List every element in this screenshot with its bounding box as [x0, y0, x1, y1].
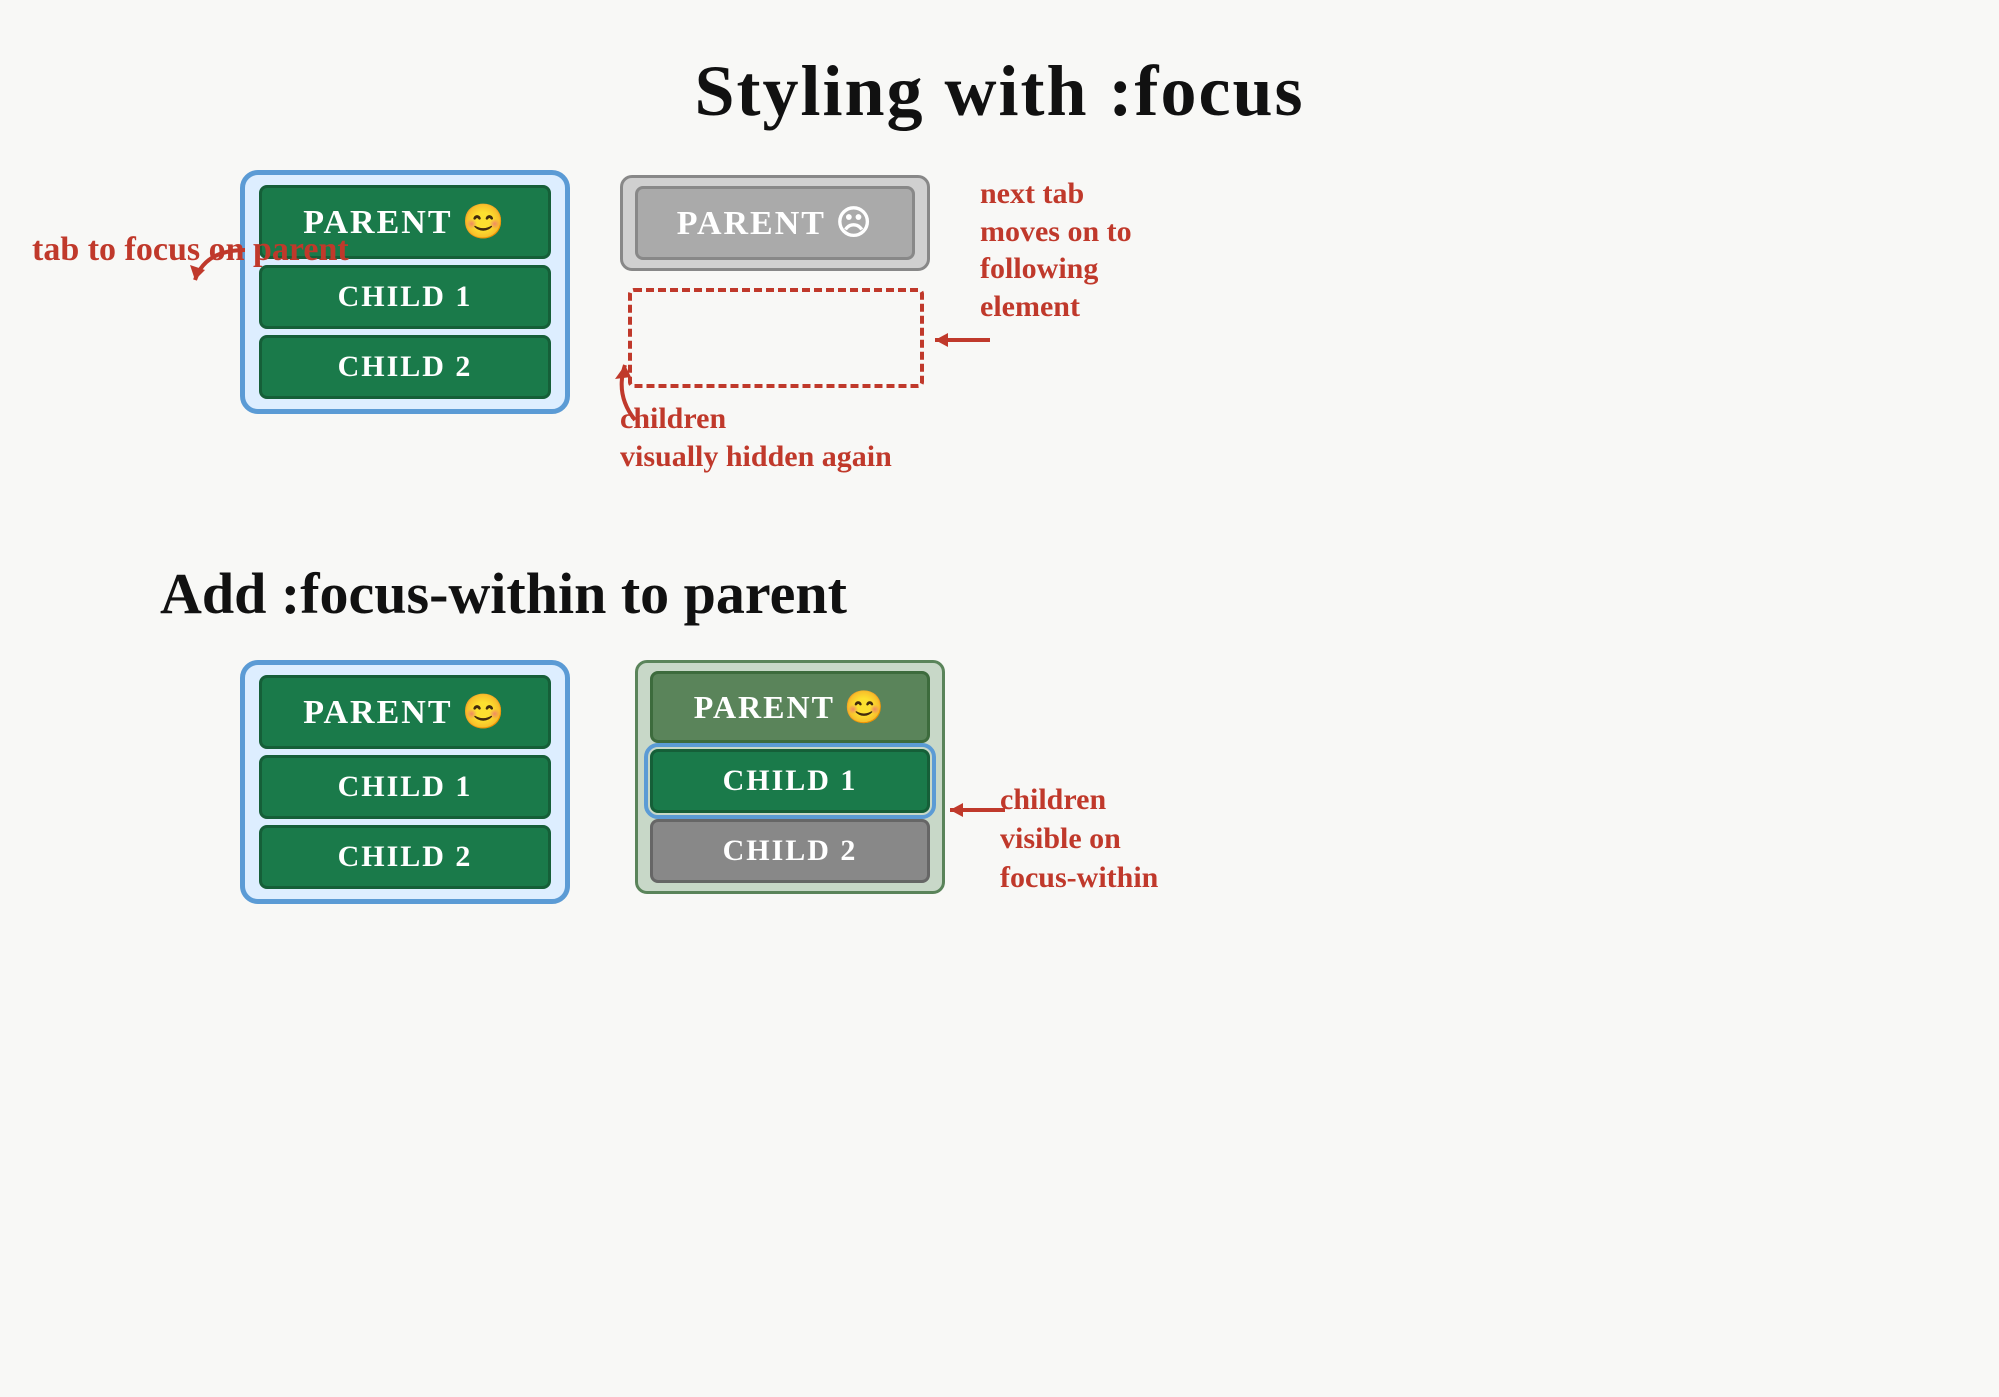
children-visible-arrow [945, 795, 1015, 825]
bottom-left-child1: CHILD 1 [259, 755, 551, 819]
next-tab-arrow [930, 325, 1000, 355]
bottom-right-component: PARENT 😊 CHILD 1 CHILD 2 [635, 660, 945, 894]
bottom-right-annotation: childrenvisible onfocus-within [1000, 780, 1158, 897]
top-right-parent: PARENT ☹ [635, 186, 915, 260]
top-right-component: PARENT ☹ [620, 175, 930, 271]
main-title: Styling with :focus [694, 50, 1304, 133]
top-left-component: PARENT 😊 CHILD 1 CHILD 2 [240, 170, 570, 414]
bottom-left-parent: PARENT 😊 [259, 675, 551, 749]
bottom-left-child2: CHILD 2 [259, 825, 551, 889]
bottom-left-component: PARENT 😊 CHILD 1 CHILD 2 [240, 660, 570, 904]
tab-focus-arrow [185, 240, 265, 300]
top-right-annotation1: next tabmoves on tofollowingelement [980, 175, 1132, 325]
bottom-right-parent: PARENT 😊 [650, 671, 930, 743]
top-right-dashed [628, 288, 924, 388]
canvas: Styling with :focus PARENT 😊 CHILD 1 CHI… [0, 0, 1999, 1397]
bottom-right-child1: CHILD 1 [650, 749, 930, 813]
bottom-right-child2: CHILD 2 [650, 819, 930, 883]
top-left-child1: CHILD 1 [259, 265, 551, 329]
section-title: Add :focus-within to parent [160, 560, 847, 627]
children-hidden-arrow [605, 355, 665, 425]
top-left-child2: CHILD 2 [259, 335, 551, 399]
